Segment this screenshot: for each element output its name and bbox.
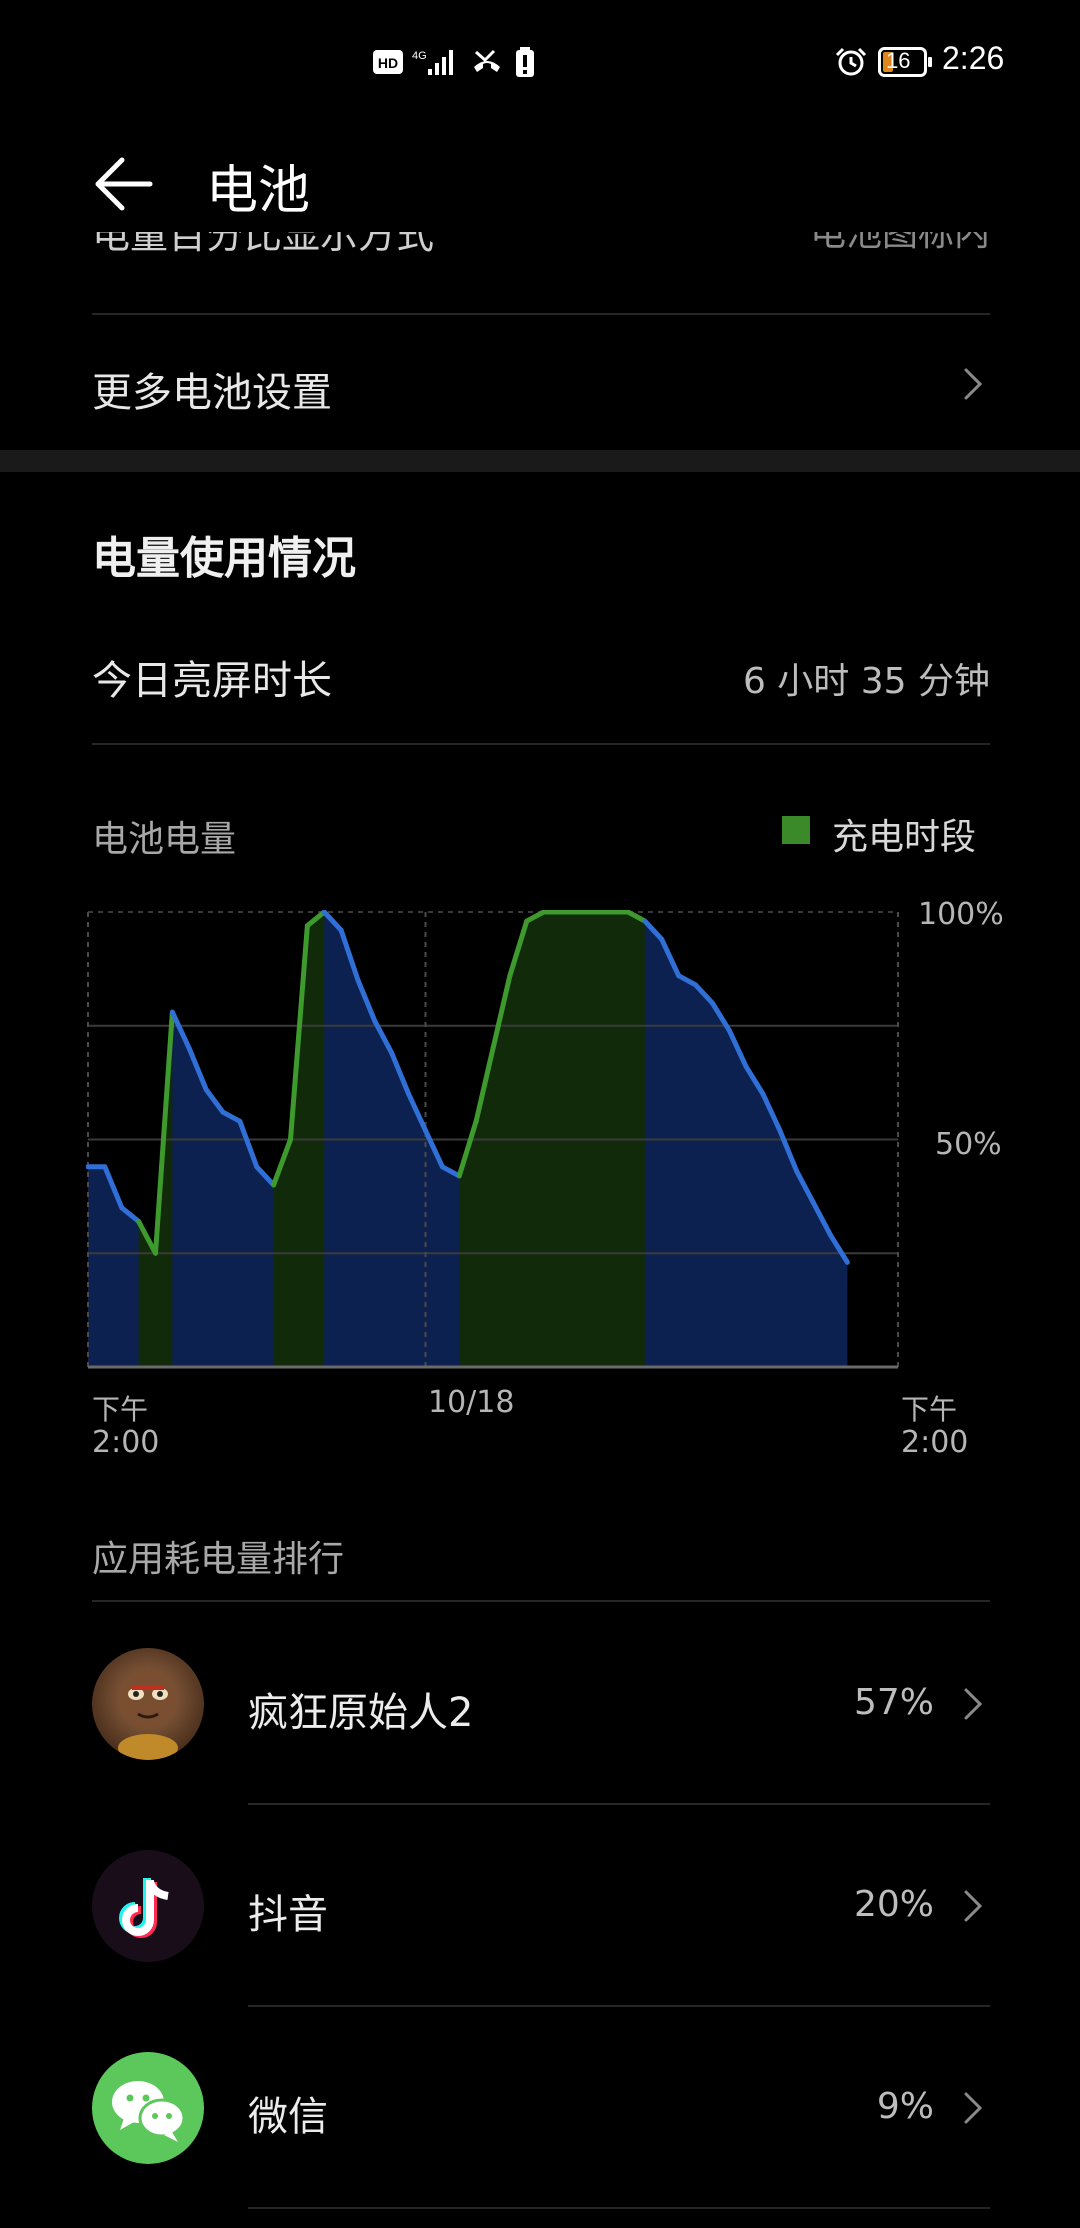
hd-icon: HD [373,50,403,74]
status-bar: HD 4G 16 2:26 [0,0,1080,120]
y-tick-50: 50% [935,1127,1002,1162]
status-time: 2:26 [942,40,1005,76]
app-percent: 9% [876,2086,934,2127]
4g-signal-icon: 4G [412,50,453,75]
divider [92,1600,990,1602]
battery-percentage-display-value: 电池图标内 [809,232,990,254]
app-row-1[interactable]: 抖音 20% [92,1822,990,1992]
x-tick-start-time: 2:00 [92,1425,160,1460]
divider [92,313,990,315]
app-row-0[interactable]: 疯狂原始人2 57% [92,1620,990,1790]
battery-level-chart [86,910,899,1369]
x-tick-end-time: 2:00 [901,1425,969,1460]
alarm-icon [835,47,867,76]
section-separator [0,450,1080,472]
battery-percentage-display-label: 电量百分比显示方式 [92,232,435,257]
screen-time-label: 今日亮屏时长 [92,658,332,704]
chevron-right-icon [964,2092,983,2124]
chevron-right-icon [964,1688,983,1720]
app-percent: 20% [853,1884,934,1925]
app-name: 疯狂原始人2 [248,1690,474,1736]
y-tick-100: 100% [918,897,1004,932]
battery-alert-icon [516,47,534,77]
battery-level-text: 16 [886,48,911,73]
charging-legend-swatch [782,816,810,844]
usage-section-title: 电量使用情况 [92,533,356,584]
more-battery-settings-label: 更多电池设置 [92,370,332,416]
x-tick-mid: 10/18 [428,1385,515,1420]
divider [248,2207,990,2209]
app-row-2[interactable]: 微信 9% [92,2024,990,2194]
more-battery-settings-row[interactable]: 更多电池设置 [92,330,990,440]
missed-call-icon [474,49,500,72]
game-character-icon [92,1648,204,1760]
screen-time-row: 今日亮屏时长 6 小时 35 分钟 [92,640,990,740]
back-arrow-icon[interactable] [92,152,156,216]
svg-text:4G: 4G [412,50,427,62]
page-title: 电池 [206,161,311,221]
battery-icon: 16 [878,47,934,77]
battery-level-chart-title: 电池电量 [92,819,237,860]
divider [248,2005,990,2007]
x-tick-start-period: 下午 [92,1393,149,1426]
divider [248,1803,990,1805]
screen-time-value: 6 小时 35 分钟 [742,661,990,702]
app-name: 抖音 [248,1892,328,1938]
tiktok-icon [92,1850,204,1962]
divider [92,743,990,745]
battery-percentage-display-row[interactable]: 电量百分比显示方式 电池图标内 [92,232,990,272]
chevron-right-icon [964,368,983,400]
app-name: 微信 [248,2094,328,2140]
app-percent: 57% [853,1682,934,1723]
wechat-icon [92,2052,204,2164]
x-tick-end-period: 下午 [901,1393,958,1426]
ranking-title: 应用耗电量排行 [92,1539,345,1580]
chevron-right-icon [964,1890,983,1922]
svg-text:HD: HD [378,55,398,71]
charging-legend-label: 充电时段 [832,817,977,858]
